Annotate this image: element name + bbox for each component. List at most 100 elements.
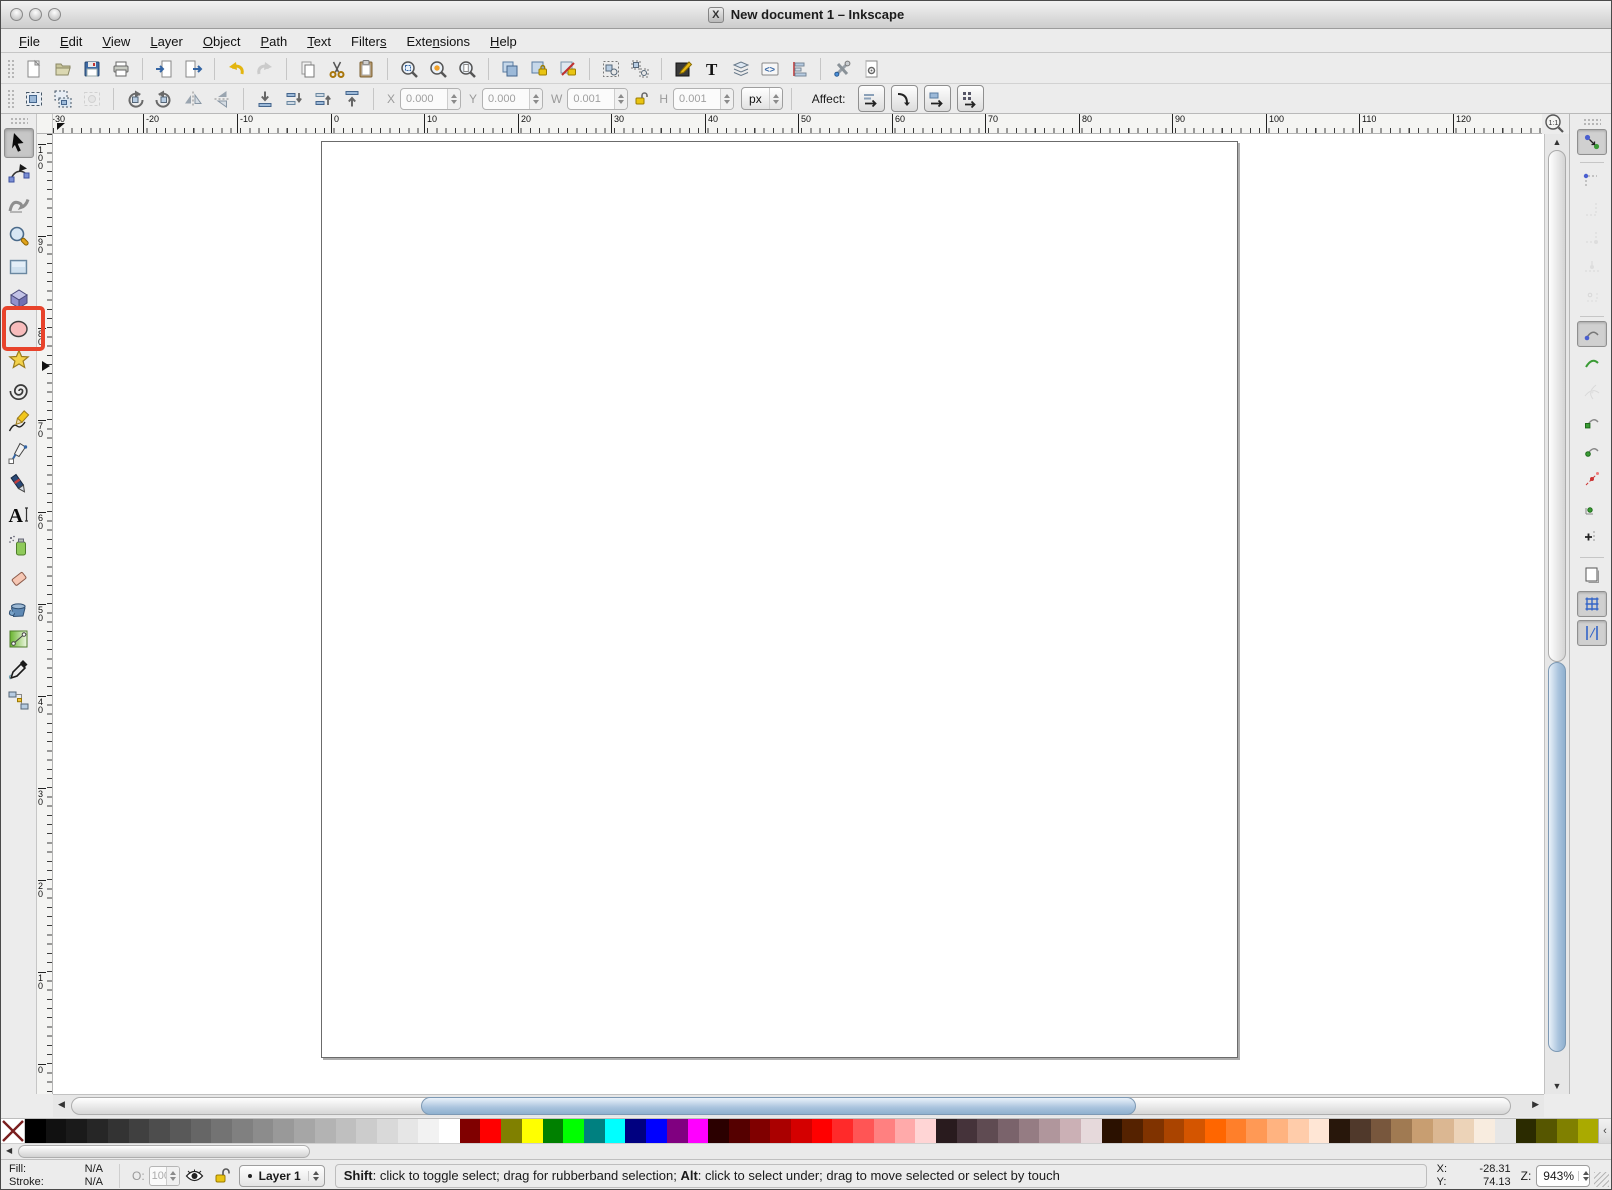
palette-swatch[interactable] [87, 1119, 108, 1143]
deselect-button[interactable] [79, 86, 105, 112]
affect-move-stroke-toggle[interactable] [858, 85, 885, 112]
tool-zoom[interactable] [4, 221, 34, 251]
palette-swatch[interactable] [1143, 1119, 1164, 1143]
palette-swatch[interactable] [522, 1119, 543, 1143]
snap-path-intersections-toggle[interactable] [1577, 379, 1607, 405]
document-page[interactable] [321, 141, 1238, 1058]
fill-stroke-indicator[interactable]: Fill:N/A Stroke:N/A [1, 1163, 113, 1189]
unlink-clone-button[interactable] [555, 56, 581, 82]
palette-swatch[interactable] [1433, 1119, 1454, 1143]
zoom-input[interactable]: 943% [1536, 1165, 1590, 1187]
palette-swatch[interactable] [336, 1119, 357, 1143]
zoom-page-button[interactable] [454, 56, 480, 82]
palette-swatch[interactable] [915, 1119, 936, 1143]
vertical-scrollbar[interactable]: ▲ ▼ [1544, 134, 1569, 1094]
palette-swatch[interactable] [688, 1119, 709, 1143]
tool-selector[interactable] [4, 128, 34, 158]
snap-object-centers-toggle[interactable] [1577, 495, 1607, 521]
menu-item[interactable]: Path [250, 32, 297, 51]
palette-swatch[interactable] [1205, 1119, 1226, 1143]
palette-swatch[interactable] [543, 1119, 564, 1143]
w-input[interactable]: 0.001 [567, 88, 628, 110]
palette-swatch[interactable] [377, 1119, 398, 1143]
tool-spray[interactable] [4, 531, 34, 561]
group-objects-button[interactable] [598, 56, 624, 82]
cut-button[interactable] [324, 56, 350, 82]
palette-swatch[interactable] [1060, 1119, 1081, 1143]
x-input[interactable]: 0.000 [400, 88, 461, 110]
redo-button[interactable] [252, 56, 278, 82]
palette-swatch[interactable] [1184, 1119, 1205, 1143]
palette-swatch-none[interactable] [1, 1119, 25, 1143]
palette-swatch[interactable] [1164, 1119, 1185, 1143]
open-document-button[interactable] [50, 56, 76, 82]
snap-enable-toggle[interactable] [1577, 129, 1607, 155]
document-properties-button[interactable] [858, 56, 884, 82]
palette-swatch[interactable] [1350, 1119, 1371, 1143]
palette-swatch[interactable] [750, 1119, 771, 1143]
horizontal-ruler[interactable]: -30-20-100102030405060708090100110120 [53, 114, 1542, 134]
palette-swatch[interactable] [625, 1119, 646, 1143]
palette-swatch[interactable] [460, 1119, 481, 1143]
menu-item[interactable]: File [9, 32, 50, 51]
palette-swatch[interactable] [584, 1119, 605, 1143]
w-spinner[interactable] [614, 89, 627, 109]
tool-calligraphy[interactable] [4, 469, 34, 499]
palette-swatch[interactable] [1578, 1119, 1599, 1143]
opacity-spinner[interactable] [166, 1167, 179, 1185]
toolbar-grip[interactable] [7, 59, 14, 79]
palette-scroll-arrow[interactable]: ◀ [6, 1146, 12, 1155]
print-document-button[interactable] [108, 56, 134, 82]
snap-bbox-corners-toggle[interactable] [1577, 225, 1607, 251]
snap-rotation-center-toggle[interactable] [1577, 524, 1607, 550]
tool-connector[interactable] [4, 686, 34, 716]
scroll-up-arrow[interactable]: ▲ [1545, 137, 1569, 147]
menu-item[interactable]: Edit [50, 32, 92, 51]
palette-swatch[interactable] [791, 1119, 812, 1143]
palette-swatch[interactable] [1267, 1119, 1288, 1143]
snap-grid-toggle[interactable] [1577, 591, 1607, 617]
palette-swatch[interactable] [1371, 1119, 1392, 1143]
affect-move-gradients-toggle[interactable] [924, 85, 951, 112]
window-resize-grip[interactable] [1594, 1172, 1609, 1187]
palette-swatch[interactable] [977, 1119, 998, 1143]
import-button[interactable] [151, 56, 177, 82]
preferences-button[interactable] [829, 56, 855, 82]
ungroup-objects-button[interactable] [627, 56, 653, 82]
tool-rectangle[interactable] [4, 252, 34, 282]
palette-swatch[interactable] [108, 1119, 129, 1143]
zoom-window-button[interactable] [48, 8, 61, 21]
palette-swatch[interactable] [563, 1119, 584, 1143]
palette-swatch[interactable] [66, 1119, 87, 1143]
vscroll-thumb[interactable] [1548, 662, 1566, 1052]
vertical-ruler[interactable]: 1009080706050403020100 [37, 134, 53, 1094]
palette-swatch[interactable] [1309, 1119, 1330, 1143]
palette-swatch[interactable] [191, 1119, 212, 1143]
snapbar-grip[interactable] [1583, 118, 1601, 125]
palette-swatch[interactable] [1039, 1119, 1060, 1143]
palette-swatch[interactable] [170, 1119, 191, 1143]
palette-swatch[interactable] [1557, 1119, 1578, 1143]
tool-dropper[interactable] [4, 655, 34, 685]
toolbox-grip[interactable] [10, 117, 28, 124]
x-spinner[interactable] [447, 89, 460, 109]
layer-visibility-toggle[interactable] [185, 1168, 204, 1184]
palette-swatch[interactable] [418, 1119, 439, 1143]
copy-button[interactable] [295, 56, 321, 82]
palette-swatch[interactable] [1246, 1119, 1267, 1143]
palette-swatch[interactable] [356, 1119, 377, 1143]
zoom-selection-button[interactable] [396, 56, 422, 82]
xml-editor-button[interactable]: <> [757, 56, 783, 82]
menu-item[interactable]: Object [193, 32, 251, 51]
horizontal-scrollbar[interactable]: ◀ ▶ [53, 1094, 1544, 1117]
palette-swatch[interactable] [1019, 1119, 1040, 1143]
palette-swatch[interactable] [895, 1119, 916, 1143]
snap-smooth-nodes-toggle[interactable] [1577, 437, 1607, 463]
palette-swatch[interactable] [667, 1119, 688, 1143]
minimize-window-button[interactable] [29, 8, 42, 21]
layer-select-arrows[interactable] [308, 1171, 319, 1181]
zoom-drawing-button[interactable] [425, 56, 451, 82]
lower-button[interactable] [281, 86, 307, 112]
palette-swatch[interactable] [149, 1119, 170, 1143]
snap-guides-toggle[interactable] [1577, 620, 1607, 646]
